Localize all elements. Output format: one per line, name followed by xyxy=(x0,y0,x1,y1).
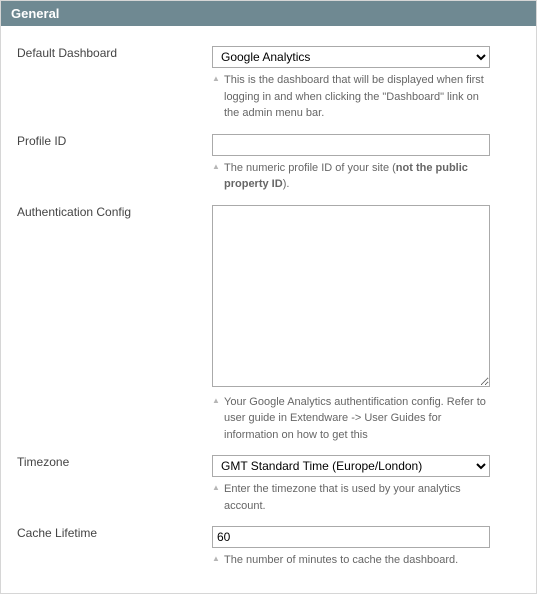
panel-title: General xyxy=(1,1,536,26)
hint-marker-icon: ▲ xyxy=(212,482,220,494)
label-profile-id: Profile ID xyxy=(11,128,206,199)
hint-text: Enter the timezone that is used by your … xyxy=(224,483,461,512)
hint-text: Your Google Analytics authentification c… xyxy=(224,396,486,441)
hint-text-suffix: ). xyxy=(283,178,290,190)
hint-auth-config: ▲ Your Google Analytics authentification… xyxy=(212,394,490,444)
default-dashboard-select[interactable]: Google Analytics xyxy=(212,46,490,68)
hint-default-dashboard: ▲ This is the dashboard that will be dis… xyxy=(212,72,490,122)
hint-marker-icon: ▲ xyxy=(212,73,220,85)
hint-text-prefix: The numeric profile ID of your site ( xyxy=(224,162,396,174)
cache-lifetime-input[interactable] xyxy=(212,526,490,548)
hint-text: The number of minutes to cache the dashb… xyxy=(224,554,458,566)
row-profile-id: Profile ID ▲ The numeric profile ID of y… xyxy=(11,128,526,199)
profile-id-input[interactable] xyxy=(212,134,490,156)
label-cache-lifetime: Cache Lifetime xyxy=(11,520,206,575)
hint-marker-icon: ▲ xyxy=(212,161,220,173)
label-auth-config: Authentication Config xyxy=(11,199,206,450)
label-timezone: Timezone xyxy=(11,449,206,520)
row-auth-config: Authentication Config ▲ Your Google Anal… xyxy=(11,199,526,450)
hint-cache-lifetime: ▲ The number of minutes to cache the das… xyxy=(212,552,490,569)
row-timezone: Timezone GMT Standard Time (Europe/Londo… xyxy=(11,449,526,520)
hint-profile-id: ▲ The numeric profile ID of your site (n… xyxy=(212,160,490,193)
row-default-dashboard: Default Dashboard Google Analytics ▲ Thi… xyxy=(11,40,526,128)
hint-text: This is the dashboard that will be displ… xyxy=(224,74,484,119)
auth-config-textarea[interactable] xyxy=(212,205,490,387)
panel-body: Default Dashboard Google Analytics ▲ Thi… xyxy=(1,26,536,593)
row-cache-lifetime: Cache Lifetime ▲ The number of minutes t… xyxy=(11,520,526,575)
hint-timezone: ▲ Enter the timezone that is used by you… xyxy=(212,481,490,514)
hint-marker-icon: ▲ xyxy=(212,395,220,407)
label-default-dashboard: Default Dashboard xyxy=(11,40,206,128)
general-settings-panel: General Default Dashboard Google Analyti… xyxy=(0,0,537,594)
timezone-select[interactable]: GMT Standard Time (Europe/London) xyxy=(212,455,490,477)
hint-marker-icon: ▲ xyxy=(212,553,220,565)
form-table: Default Dashboard Google Analytics ▲ Thi… xyxy=(11,40,526,575)
